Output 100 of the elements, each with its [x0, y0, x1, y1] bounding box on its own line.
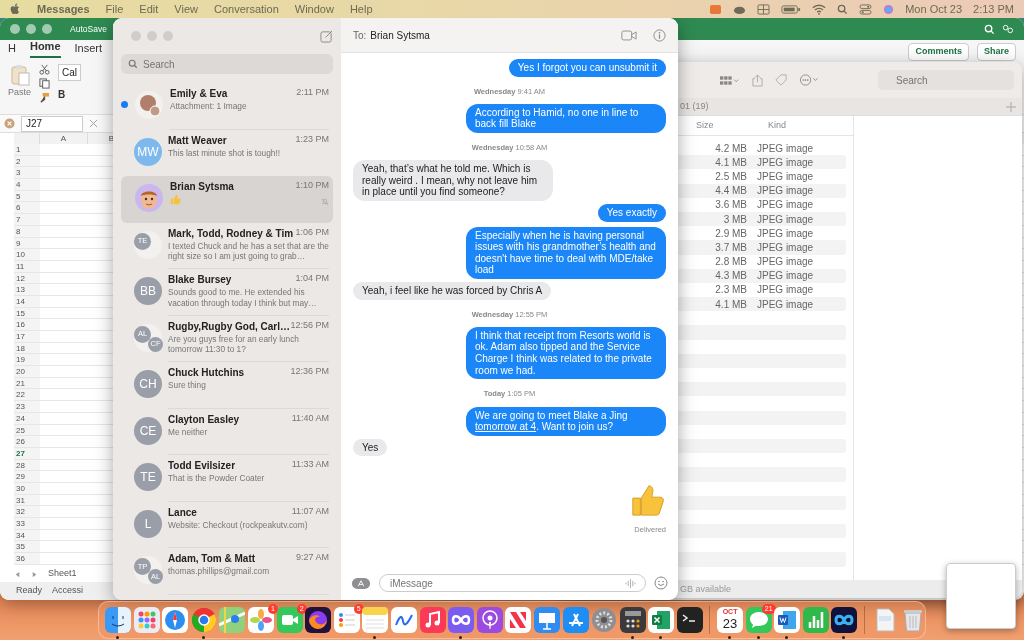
squiggle-icon[interactable] [390, 607, 417, 633]
menu-item[interactable]: View [174, 0, 198, 18]
calculator-icon[interactable] [619, 607, 646, 633]
close-icon[interactable] [4, 118, 15, 129]
row-header: 19 [14, 354, 40, 366]
avatar: TE [134, 463, 162, 491]
spreadsheet-icon[interactable] [648, 607, 675, 633]
contact-name: Chuck Hutchins [168, 366, 245, 380]
checklist-icon[interactable] [333, 607, 360, 633]
brush-icon[interactable] [39, 91, 50, 103]
chat-list-item[interactable]: L Lance 11:07 AM Website: Checkout (rockpeakutv.com) [121, 501, 333, 548]
paste-label[interactable]: Paste [8, 86, 31, 100]
comments-button[interactable]: Comments [908, 43, 969, 61]
contact-name: Clayton Easley [168, 412, 240, 427]
clipboard-icon[interactable] [9, 64, 30, 86]
ring-icon[interactable] [190, 607, 217, 633]
message-time: 9:27 AM [295, 551, 329, 564]
battery-icon[interactable] [781, 3, 802, 15]
search-icon[interactable] [837, 3, 849, 15]
message-bubble: Yes I forgot you can unsubmit it [508, 59, 666, 77]
share-button[interactable]: Share [977, 43, 1016, 61]
copy-icon[interactable] [39, 77, 50, 89]
bold-button[interactable]: B [58, 86, 82, 102]
message-field[interactable]: iMessage [379, 574, 646, 592]
chat-list-item[interactable]: CH Chuck Hutchins 12:36 PM Sure thing [121, 362, 333, 409]
smiley-icon[interactable] [654, 576, 668, 590]
chat-list-item[interactable]: Brian Sytsma 1:10 PM [121, 176, 333, 223]
presentation-icon[interactable] [533, 607, 560, 633]
search-field[interactable]: Search [121, 54, 333, 74]
search-icon[interactable] [984, 23, 995, 35]
face-icon[interactable] [105, 607, 131, 633]
file-size: 2.9 MB [714, 226, 748, 241]
font-name-field[interactable]: Cal [58, 64, 82, 81]
control-center-icon[interactable] [859, 3, 873, 15]
chat-list-item[interactable]: BB Blake Bursey 1:04 PM Sounds good to me. He extended his vacation through today I think but may… [121, 269, 333, 316]
video-camera-icon[interactable] [621, 29, 637, 41]
file-kind: JPEG image [757, 184, 814, 199]
document-icon[interactable] [774, 607, 801, 633]
compose-icon[interactable] [320, 29, 333, 43]
view-grid-icon[interactable] [720, 74, 740, 86]
menu-date[interactable]: Mon Oct 23 [905, 0, 963, 18]
row-header: 11 [14, 260, 40, 272]
column-header[interactable]: Kind [768, 118, 786, 133]
flower-icon[interactable] [247, 607, 274, 633]
cancel-icon[interactable] [89, 119, 98, 128]
terminal-icon[interactable] [676, 607, 703, 633]
menu-clock[interactable]: 2:13 PM [973, 0, 1014, 18]
siri-icon[interactable] [883, 3, 895, 15]
more-icon[interactable] [799, 74, 819, 86]
audio-wave-icon[interactable] [625, 579, 636, 588]
menu-item[interactable]: Edit [139, 0, 159, 18]
app-store-icon[interactable] [562, 607, 589, 633]
people-icon[interactable] [1001, 23, 1014, 35]
grid-icon[interactable] [757, 3, 771, 15]
sheet-tab[interactable]: Sheet1 [48, 567, 77, 581]
app-menu[interactable]: Messages [37, 0, 90, 18]
row-header: 7 [14, 214, 40, 225]
scissors-icon[interactable] [39, 64, 50, 75]
podcast-icon[interactable] [476, 607, 503, 633]
app-grid-icon[interactable] [133, 607, 160, 633]
apple-logo-icon[interactable] [10, 3, 21, 15]
chat-list-item[interactable]: Emily & Eva 2:11 PM Attachment: 1 Image [121, 83, 333, 130]
row-header: 12 [14, 272, 40, 284]
chat-list-item[interactable]: TE Todd Evilsizer 11:33 AM That is the Powder Coater [121, 455, 333, 502]
map-icon[interactable] [219, 607, 246, 633]
menu-item[interactable]: Help [349, 0, 373, 18]
recipient-name[interactable]: Brian Sytsma [370, 27, 430, 43]
wifi-icon[interactable] [812, 3, 827, 15]
loop-icon[interactable] [831, 607, 858, 633]
column-header[interactable]: Size [696, 118, 768, 133]
apps-icon[interactable] [351, 576, 371, 590]
arrow-right-icon[interactable] [31, 570, 38, 578]
row-header: 26 [14, 436, 40, 447]
music-note-icon[interactable] [419, 607, 446, 633]
row-header: 25 [14, 424, 40, 436]
infinity-icon[interactable] [448, 607, 475, 633]
name-box[interactable]: J27 [21, 115, 83, 132]
chat-list-item[interactable]: CE Clayton Easley 11:40 AM Me neither [121, 408, 333, 455]
menu-item[interactable]: File [105, 0, 124, 18]
message-preview: Are you guys free for an early lunch tomorrow 11:30 to 1? [168, 333, 300, 355]
ribbon-tab[interactable]: Insert [74, 39, 103, 58]
globe-icon[interactable] [305, 607, 332, 633]
message-preview: Website: Checkout (rockpeakutv.com) [168, 519, 308, 530]
chat-bubble-icon[interactable] [745, 607, 772, 633]
gear-icon[interactable] [591, 607, 618, 633]
arrow-left-icon[interactable] [14, 570, 21, 578]
compass-icon[interactable] [162, 607, 189, 633]
search-field[interactable]: Search [878, 70, 1014, 90]
menu-item[interactable]: Window [294, 0, 334, 18]
file-size: 4.3 MB [714, 269, 748, 284]
accessibility-status[interactable]: Accessi [52, 584, 84, 598]
ribbon-tab[interactable]: H [8, 39, 16, 58]
row-header: 23 [14, 401, 40, 412]
share-icon[interactable] [752, 73, 763, 87]
menu-item[interactable]: Conversation [213, 0, 279, 18]
info-icon[interactable] [653, 28, 666, 42]
notepad-icon[interactable] [362, 607, 389, 633]
news-icon[interactable] [505, 607, 532, 633]
video-camera-icon[interactable] [276, 607, 303, 633]
row-header: 18 [14, 342, 40, 354]
